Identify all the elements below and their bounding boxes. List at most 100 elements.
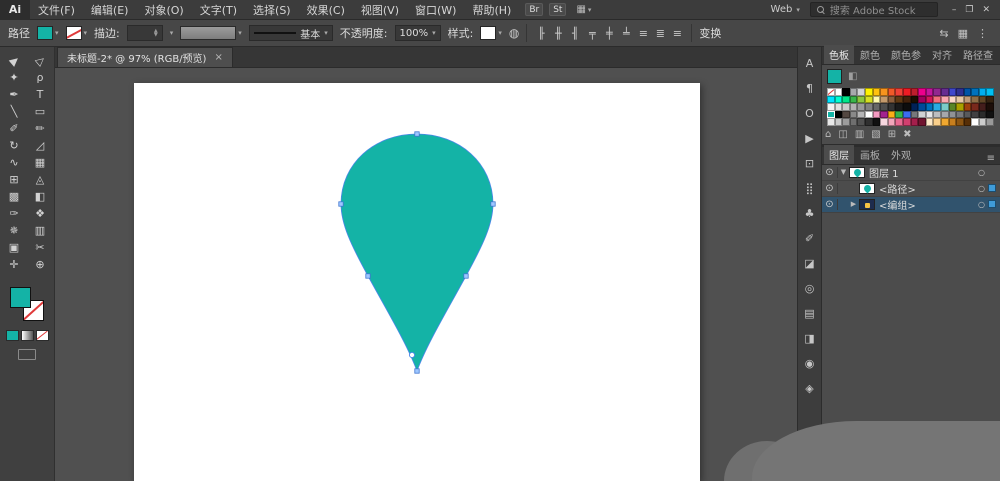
bridge-button[interactable]: Br [525, 3, 543, 16]
opentype-panel-icon[interactable]: O [805, 107, 814, 120]
artboard-tool[interactable]: ▣ [1, 239, 27, 256]
swatch[interactable] [857, 118, 865, 126]
layer-row[interactable]: ⊙ ▼ 图层 1 ○ [822, 165, 1000, 181]
swatch[interactable] [956, 96, 964, 104]
tab-close-icon[interactable]: × [214, 52, 222, 63]
symbols-panel-icon[interactable]: ♣ [805, 207, 815, 220]
distribute-top[interactable]: ≡ [636, 25, 650, 41]
swatch[interactable] [971, 118, 979, 126]
swatch[interactable] [956, 111, 964, 119]
swatch[interactable] [986, 118, 994, 126]
swatch[interactable] [933, 103, 941, 111]
screen-mode-button[interactable] [18, 349, 36, 360]
swatch[interactable] [903, 88, 911, 96]
rectangle-tool[interactable]: ▭ [27, 103, 53, 120]
distribute-bottom[interactable]: ≡ [670, 25, 684, 41]
swatch-libraries-menu-icon[interactable]: ⌂ [825, 129, 831, 140]
menu-item[interactable]: 窗口(W) [407, 2, 464, 18]
lasso-tool[interactable]: ρ [27, 69, 53, 86]
swatch[interactable] [857, 103, 865, 111]
restore-button[interactable]: ❐ [965, 5, 973, 15]
info-panel-icon[interactable]: ◨ [804, 332, 814, 345]
eyedropper-tool[interactable]: ✑ [1, 205, 27, 222]
swatch[interactable] [865, 96, 873, 104]
visibility-eye-icon[interactable]: ⊙ [822, 183, 838, 194]
panel-tab[interactable]: 图层 [824, 145, 854, 164]
menu-item[interactable]: 文件(F) [30, 2, 83, 18]
swatch[interactable] [926, 118, 934, 126]
swatch[interactable] [926, 103, 934, 111]
swatch[interactable] [918, 118, 926, 126]
swatch[interactable] [880, 88, 888, 96]
swatch[interactable] [873, 88, 881, 96]
swatch[interactable] [941, 88, 949, 96]
target-circle-icon[interactable]: ○ [978, 168, 988, 177]
swatch[interactable] [873, 103, 881, 111]
swatch[interactable] [956, 88, 964, 96]
zoom-tool[interactable]: ⊕ [27, 256, 53, 273]
swatch[interactable] [979, 103, 987, 111]
swatch[interactable] [964, 118, 972, 126]
menu-item[interactable]: 编辑(E) [83, 2, 137, 18]
swatch-kinds-menu-icon[interactable]: ◫ [838, 129, 847, 140]
swatch[interactable] [888, 88, 896, 96]
swatch-options-icon[interactable]: ▥ [855, 129, 864, 140]
swatch[interactable] [827, 96, 835, 104]
swatch[interactable] [986, 88, 994, 96]
navigator-panel-icon[interactable]: ▤ [804, 307, 814, 320]
swatch[interactable] [941, 103, 949, 111]
pencil-tool[interactable]: ✏ [27, 120, 53, 137]
swatch[interactable] [956, 118, 964, 126]
panel-menu-icon[interactable]: ≡ [984, 153, 998, 164]
swatch[interactable] [827, 118, 835, 126]
layer-row[interactable]: ⊙ <路径> ○ [822, 181, 1000, 197]
swatch[interactable] [964, 103, 972, 111]
swatch[interactable] [880, 96, 888, 104]
color-panel-icon[interactable]: ◉ [805, 357, 815, 370]
visibility-eye-icon[interactable]: ⊙ [822, 199, 838, 210]
swatch[interactable] [827, 88, 835, 96]
swatch[interactable] [903, 103, 911, 111]
swatch[interactable] [949, 96, 957, 104]
menu-item[interactable]: 视图(V) [353, 2, 407, 18]
swatch[interactable] [903, 111, 911, 119]
actions-panel-icon[interactable]: ▶ [805, 132, 813, 145]
swatch[interactable] [880, 103, 888, 111]
menu-item[interactable]: 帮助(H) [464, 2, 519, 18]
shape-builder-tool[interactable]: ⊞ [1, 171, 27, 188]
swatch[interactable] [880, 118, 888, 126]
width-tool[interactable]: ∿ [1, 154, 27, 171]
paint-gradient-mode[interactable] [21, 330, 34, 341]
scale-tool[interactable]: ◿ [27, 137, 53, 154]
paint-color-mode[interactable] [6, 330, 19, 341]
type-tool[interactable]: T [27, 86, 53, 103]
paragraph-panel-icon[interactable]: ¶ [806, 82, 813, 95]
menu-item[interactable]: 对象(O) [136, 2, 191, 18]
align-vertical-center[interactable]: ╪ [602, 25, 616, 41]
panel-tab[interactable]: 路径查 [958, 45, 998, 64]
align-horizontal-center[interactable]: ╫ [551, 25, 565, 41]
direct-selection-tool[interactable]: ▷ [27, 52, 53, 69]
swatch[interactable] [857, 96, 865, 104]
swatch[interactable] [941, 96, 949, 104]
stock-search-input[interactable]: 搜索 Adobe Stock [810, 2, 938, 17]
swatch[interactable] [979, 111, 987, 119]
swatch[interactable] [903, 118, 911, 126]
swatch[interactable] [873, 111, 881, 119]
magic-wand-tool[interactable]: ✦ [1, 69, 27, 86]
center-point-handle[interactable] [409, 352, 414, 357]
brush-definition-dropdown[interactable]: 基本▾ [249, 25, 333, 41]
opacity-value-dropdown[interactable]: 100%▾ [395, 25, 441, 41]
slice-tool[interactable]: ✂ [27, 239, 53, 256]
swatch[interactable] [850, 88, 858, 96]
swatch[interactable] [941, 111, 949, 119]
swatch[interactable] [949, 88, 957, 96]
swatch[interactable] [865, 103, 873, 111]
menu-item[interactable]: 效果(C) [299, 2, 353, 18]
swatch[interactable] [857, 88, 865, 96]
visibility-eye-icon[interactable]: ⊙ [822, 167, 838, 178]
fill-stroke-control[interactable] [10, 287, 44, 321]
swatch[interactable] [903, 96, 911, 104]
align-vertical-top[interactable]: ╤ [585, 25, 599, 41]
expand-caret-icon[interactable]: ▶ [848, 200, 859, 208]
